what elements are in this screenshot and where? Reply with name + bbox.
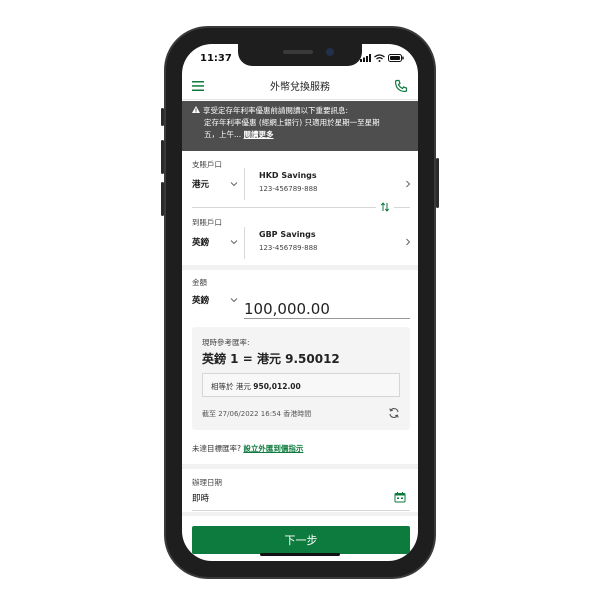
notice-line-3: 五，上午... 閱讀更多	[192, 129, 408, 141]
status-bar: 11:37	[182, 44, 418, 72]
amount-currency-select[interactable]: 英鎊	[192, 294, 209, 306]
chevron-down-icon[interactable]	[230, 296, 238, 304]
phone-frame: 11:37 外幣兌換服務 享受定存年利率優惠前請閱讀以下重要訊息: 定存年利率優…	[161, 26, 439, 579]
debit-account-number: 123-456789-888	[259, 185, 318, 193]
section-separator	[182, 512, 418, 516]
chevron-down-icon[interactable]	[230, 180, 238, 188]
next-button[interactable]: 下一步	[192, 526, 410, 554]
notch	[238, 44, 362, 66]
screen: 11:37 外幣兌換服務 享受定存年利率優惠前請閱讀以下重要訊息: 定存年利率優…	[182, 44, 418, 561]
wifi-icon	[374, 54, 385, 62]
status-time: 11:37	[200, 53, 232, 64]
battery-icon	[388, 54, 404, 62]
rate-timestamp: 截至 27/06/2022 16:54 香港時間	[202, 410, 312, 418]
chevron-right-icon[interactable]	[404, 238, 412, 246]
front-camera	[326, 48, 334, 56]
signal-icon	[360, 54, 371, 62]
calendar-icon[interactable]	[394, 491, 406, 503]
amount-underline	[244, 318, 410, 319]
power-button	[436, 158, 439, 208]
app-header: 外幣兌換服務	[182, 72, 418, 100]
mute-switch	[161, 108, 164, 126]
equivalent-value: 950,012.00	[253, 382, 301, 391]
transaction-date-value[interactable]: 即時	[192, 492, 209, 504]
phone-call-icon[interactable]	[394, 79, 408, 93]
credit-currency-select[interactable]: 英鎊	[192, 236, 209, 248]
divider	[244, 227, 245, 259]
stage: 11:37 外幣兌換服務 享受定存年利率優惠前請閱讀以下重要訊息: 定存年利率優…	[0, 0, 600, 600]
section-separator	[182, 464, 418, 469]
notice-line-3-prefix: 五，上午...	[204, 130, 242, 139]
amount-label: 金額	[192, 278, 207, 287]
volume-down-button	[161, 182, 164, 216]
transaction-date-label: 辦理日期	[192, 478, 222, 487]
important-notice-banner: 享受定存年利率優惠前請閱讀以下重要訊息: 定存年利率優惠 (經網上銀行) 只適用…	[182, 101, 418, 151]
speaker	[283, 50, 313, 54]
chevron-down-icon[interactable]	[230, 238, 238, 246]
credit-account-name[interactable]: GBP Savings	[259, 230, 316, 239]
debit-account-label: 支賬戶口	[192, 160, 222, 169]
target-rate-prefix: 未達目標匯率?	[192, 444, 241, 453]
volume-up-button	[161, 140, 164, 174]
divider	[244, 168, 245, 200]
home-indicator[interactable]	[260, 553, 340, 556]
status-icons	[360, 54, 404, 62]
credit-account-number: 123-456789-888	[259, 244, 318, 252]
set-fx-order-link[interactable]: 設立外匯到價指示	[243, 444, 303, 453]
target-rate-row: 未達目標匯率? 設立外匯到價指示	[192, 443, 303, 454]
swap-accounts-icon[interactable]	[380, 202, 390, 212]
divider	[192, 207, 376, 208]
rate-value: 英鎊 1 = 港元 9.50012	[202, 352, 340, 366]
section-separator	[182, 265, 418, 270]
exchange-rate-card: 現時參考匯率: 英鎊 1 = 港元 9.50012 相等於 港元 950,012…	[192, 327, 410, 430]
credit-account-label: 到賬戶口	[192, 218, 222, 227]
refresh-icon[interactable]	[388, 407, 400, 419]
chevron-right-icon[interactable]	[404, 180, 412, 188]
notice-line-2: 定存年利率優惠 (經網上銀行) 只適用於星期一至星期	[204, 118, 380, 127]
read-more-link[interactable]: 閱讀更多	[244, 130, 274, 139]
notice-line-1: 享受定存年利率優惠前請閱讀以下重要訊息:	[203, 106, 349, 115]
equivalent-label: 相等於 港元	[211, 382, 251, 391]
warning-icon	[192, 106, 200, 113]
hamburger-menu-icon[interactable]	[192, 81, 204, 91]
debit-account-name[interactable]: HKD Savings	[259, 171, 317, 180]
rate-label: 現時參考匯率:	[202, 338, 250, 347]
equivalent-amount-box: 相等於 港元 950,012.00	[202, 373, 400, 397]
divider	[192, 510, 410, 511]
amount-input[interactable]: 100,000.00	[244, 300, 330, 318]
debit-currency-select[interactable]: 港元	[192, 178, 209, 190]
page-title: 外幣兌換服務	[270, 82, 330, 93]
divider	[394, 207, 410, 208]
